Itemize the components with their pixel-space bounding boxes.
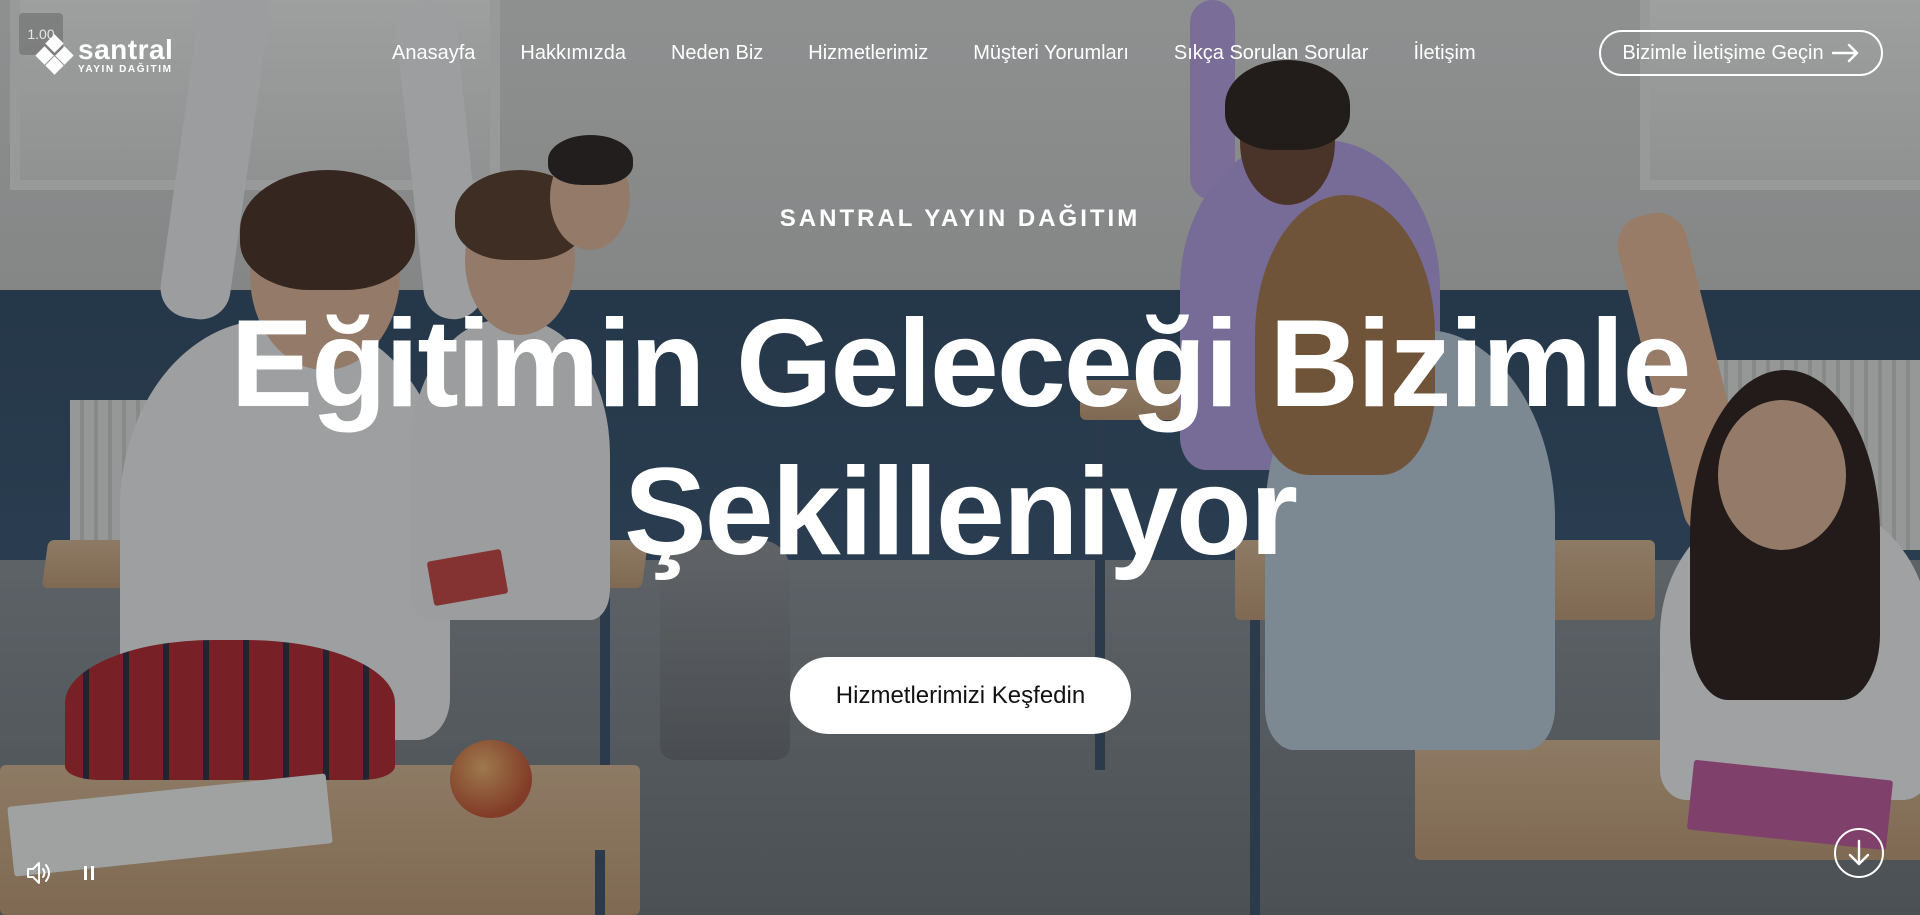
arrow-right-icon [1831,43,1858,63]
nav-item-hakkimizda[interactable]: Hakkımızda [520,40,626,66]
nav-item-musteri-yorumlari[interactable]: Müşteri Yorumları [973,40,1129,66]
pause-icon[interactable] [74,858,104,888]
contact-cta-label: Bizimle İletişime Geçin [1622,41,1824,64]
logo-mark-icon [35,33,74,75]
contact-cta-button[interactable]: Bizimle İletişime Geçin [1599,30,1883,76]
site-logo[interactable]: santral YAYIN DAĞITIM [35,33,174,75]
logo-subtitle: YAYIN DAĞITIM [78,64,173,75]
explore-services-button[interactable]: Hizmetlerimizi Keşfedin [790,657,1131,734]
arrow-down-circle-icon[interactable] [1834,828,1884,878]
hero-headline-line2: Şekilleniyor [623,443,1298,581]
hero-headline-line1: Eğitimin Geleceği Bizimle [230,295,1691,433]
hero-headline: Eğitimin Geleceği Bizimle Şekilleniyor [0,290,1920,586]
volume-icon[interactable] [24,858,54,888]
hero-section: 1.00 santral YAYIN DAĞITIM Anasayfa Hakk… [0,0,1920,915]
nav-item-hizmetlerimiz[interactable]: Hizmetlerimiz [808,40,928,66]
nav-item-anasayfa[interactable]: Anasayfa [392,40,475,66]
hero-eyebrow: SANTRAL YAYIN DAĞITIM [779,205,1141,232]
nav-item-neden-biz[interactable]: Neden Biz [671,40,763,66]
nav-item-sss[interactable]: Sıkça Sorulan Sorular [1174,40,1369,66]
nav-item-iletisim[interactable]: İletişim [1413,40,1475,66]
main-nav: Anasayfa Hakkımızda Neden Biz Hizmetleri… [392,40,1476,66]
logo-name: santral [78,34,174,65]
